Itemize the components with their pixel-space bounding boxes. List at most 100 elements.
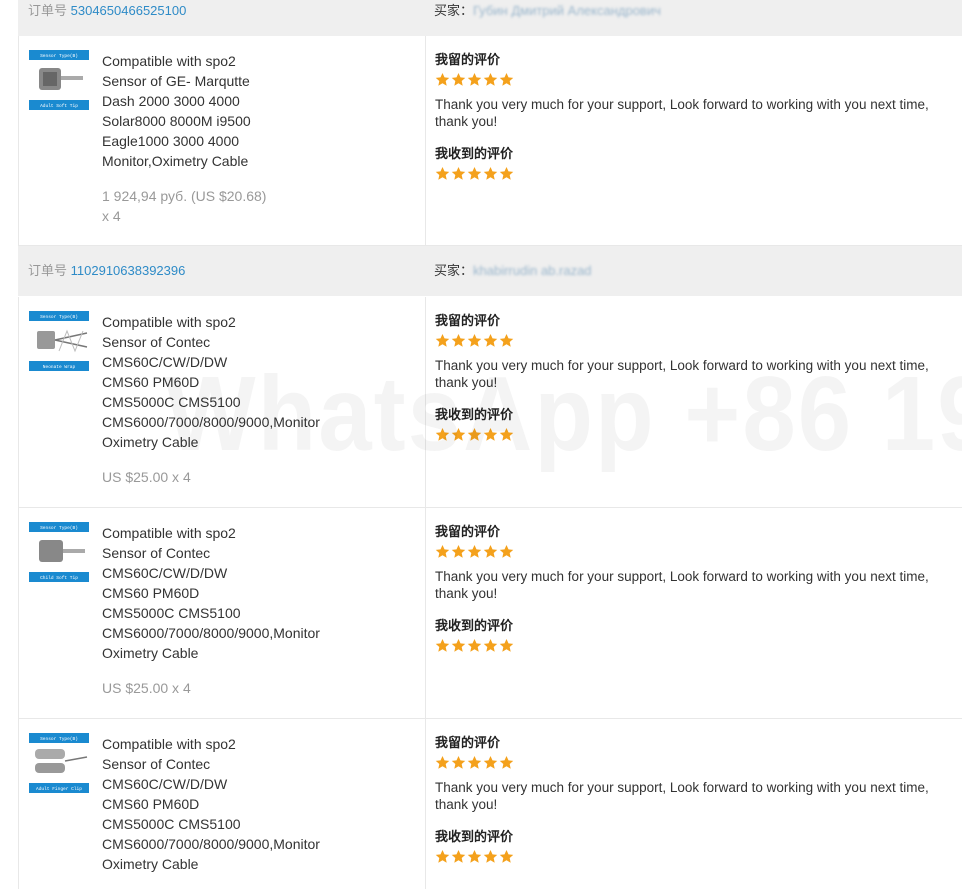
received-rating-stars [435, 427, 955, 443]
star-icon [483, 849, 498, 863]
star-icon [467, 849, 482, 863]
star-icon [451, 166, 466, 180]
order-item-row: Sensor Type(B) Adult Soft Tip Compatible… [18, 36, 962, 246]
star-icon [435, 427, 450, 441]
feedback-block: 我留的评价 Thank you very much for your suppo… [435, 52, 955, 182]
product-thumbnail[interactable]: Sensor Type(B) Adult Soft Tip [29, 50, 89, 110]
star-icon [467, 638, 482, 652]
given-feedback-text: Thank you very much for your support, Lo… [435, 358, 929, 390]
star-icon [499, 638, 514, 652]
buyer-info: 买家：khabirrudin ab.razad [434, 263, 592, 278]
order-number-link[interactable]: 1102910638392396 [71, 263, 186, 278]
thumb-caption-top: Sensor Type(B) [40, 53, 78, 59]
order-number-link[interactable]: 5304650466525100 [71, 3, 187, 18]
column-divider [425, 508, 426, 718]
star-icon [451, 638, 466, 652]
star-icon [451, 72, 466, 86]
given-rating-stars [435, 755, 955, 771]
product-thumbnail[interactable]: Sensor Type(B) Adult Finger Clip [29, 733, 89, 793]
product-title[interactable]: Compatible with spo2 Sensor of Contec CM… [102, 523, 320, 663]
buyer-info: 买家：Губин Дмитрий Александрович [434, 3, 661, 18]
given-feedback-label: 我留的评价 [435, 735, 501, 750]
feedback-block: 我留的评价 Thank you very much for your suppo… [435, 524, 955, 654]
product-price: US $25.00 x 4 [102, 469, 191, 485]
star-icon [499, 333, 514, 347]
order-item-row: Sensor Type(B) Child Soft Tip Compatible… [18, 508, 962, 719]
order-header: 订单号 1102910638392396 买家：khabirrudin ab.r… [18, 246, 962, 296]
received-rating-stars [435, 638, 955, 654]
star-icon [435, 755, 450, 769]
star-icon [451, 333, 466, 347]
star-icon [483, 427, 498, 441]
thumb-caption-top: Sensor Type(B) [40, 314, 78, 320]
thumb-caption-bottom: Child Soft Tip [40, 575, 78, 581]
product-title[interactable]: Compatible with spo2 Sensor of Contec CM… [102, 734, 320, 874]
product-thumbnail[interactable]: Sensor Type(B) Child Soft Tip [29, 522, 89, 582]
buyer-name[interactable]: Губин Дмитрий Александрович [473, 3, 661, 18]
star-icon [435, 166, 450, 180]
star-icon [467, 755, 482, 769]
received-feedback-label: 我收到的评价 [435, 146, 514, 161]
given-rating-stars [435, 72, 955, 88]
star-icon [483, 755, 498, 769]
given-feedback-text: Thank you very much for your support, Lo… [435, 780, 929, 812]
column-divider [425, 36, 426, 245]
star-icon [435, 849, 450, 863]
column-divider [425, 719, 426, 889]
star-icon [499, 755, 514, 769]
star-icon [467, 333, 482, 347]
star-icon [499, 166, 514, 180]
column-divider [425, 297, 426, 507]
buyer-name[interactable]: khabirrudin ab.razad [473, 263, 592, 278]
star-icon [483, 166, 498, 180]
star-icon [483, 72, 498, 86]
order-number-label: 订单号 1102910638392396 [28, 263, 186, 278]
star-icon [435, 333, 450, 347]
received-rating-stars [435, 166, 955, 182]
star-icon [499, 427, 514, 441]
given-rating-stars [435, 544, 955, 560]
thumb-caption-bottom: Neonate Wrap [43, 364, 76, 370]
received-feedback-label: 我收到的评价 [435, 829, 514, 844]
given-feedback-text: Thank you very much for your support, Lo… [435, 569, 929, 601]
star-icon [451, 755, 466, 769]
order-number-label: 订单号 5304650466525100 [28, 3, 187, 18]
star-icon [451, 427, 466, 441]
given-feedback-text: Thank you very much for your support, Lo… [435, 97, 929, 129]
received-feedback-label: 我收到的评价 [435, 407, 514, 422]
star-icon [499, 544, 514, 558]
product-title[interactable]: Compatible with spo2 Sensor of GE- Marqu… [102, 51, 272, 171]
star-icon [435, 544, 450, 558]
order-header: 订单号 5304650466525100 买家：Губин Дмитрий Ал… [18, 0, 962, 36]
feedback-block: 我留的评价 Thank you very much for your suppo… [435, 735, 955, 865]
star-icon [499, 849, 514, 863]
star-icon [483, 544, 498, 558]
star-icon [499, 72, 514, 86]
star-icon [435, 72, 450, 86]
received-rating-stars [435, 849, 955, 865]
thumb-caption-top: Sensor Type(B) [40, 736, 78, 742]
product-title[interactable]: Compatible with spo2 Sensor of Contec CM… [102, 312, 320, 452]
star-icon [483, 638, 498, 652]
feedback-page: 订单号 5304650466525100 买家：Губин Дмитрий Ал… [0, 0, 962, 889]
thumb-caption-bottom: Adult Finger Clip [36, 786, 82, 792]
product-thumbnail[interactable]: Sensor Type(B) Neonate Wrap [29, 311, 89, 371]
order-item-row: Sensor Type(B) Neonate Wrap Compatible w… [18, 297, 962, 508]
order-item-row: Sensor Type(B) Adult Finger Clip Compati… [18, 719, 962, 889]
given-feedback-label: 我留的评价 [435, 313, 501, 328]
given-feedback-label: 我留的评价 [435, 524, 501, 539]
feedback-block: 我留的评价 Thank you very much for your suppo… [435, 313, 955, 443]
star-icon [435, 638, 450, 652]
star-icon [467, 72, 482, 86]
star-icon [451, 849, 466, 863]
star-icon [467, 544, 482, 558]
given-rating-stars [435, 333, 955, 349]
thumb-caption-bottom: Adult Soft Tip [40, 103, 78, 109]
received-feedback-label: 我收到的评价 [435, 618, 514, 633]
star-icon [483, 333, 498, 347]
star-icon [451, 544, 466, 558]
product-price: 1 924,94 руб. (US $20.68) x 4 [102, 188, 267, 224]
star-icon [467, 166, 482, 180]
star-icon [467, 427, 482, 441]
thumb-caption-top: Sensor Type(B) [40, 525, 78, 531]
